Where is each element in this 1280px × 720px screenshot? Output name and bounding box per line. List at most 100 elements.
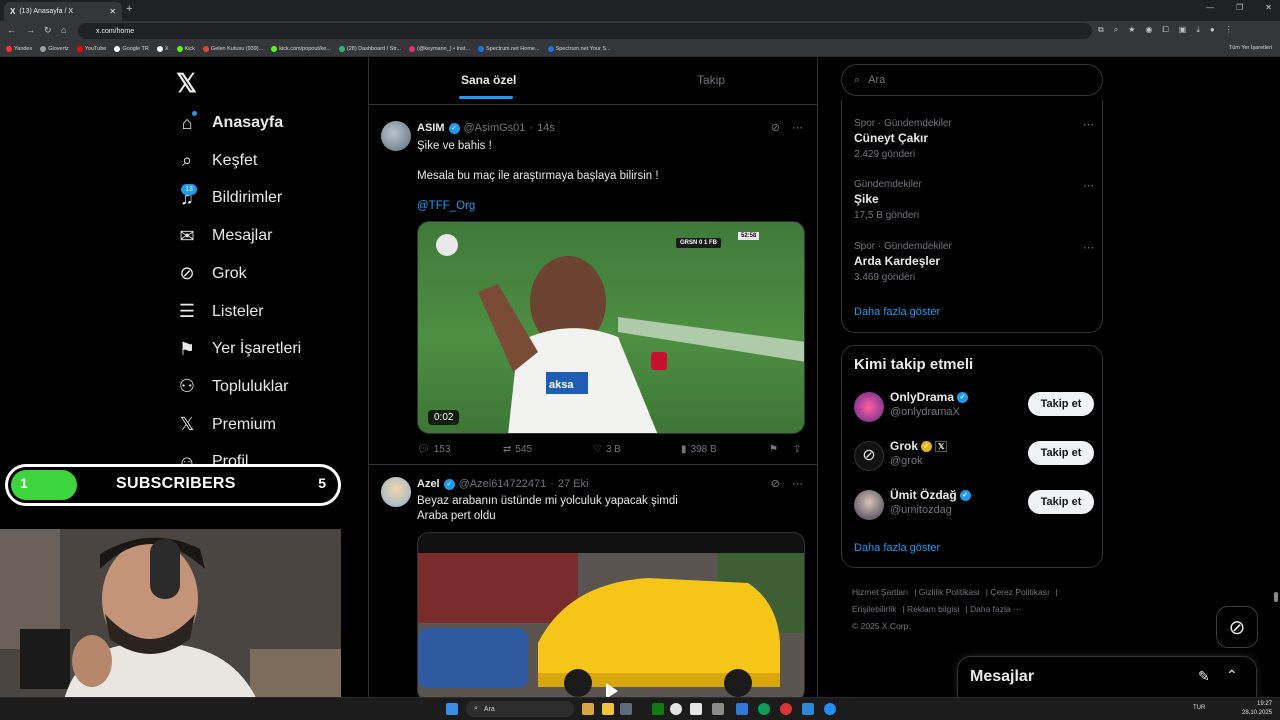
repost-button[interactable]: ⇄ 545 bbox=[503, 444, 532, 455]
more-options-icon[interactable]: ⋯ bbox=[1083, 118, 1094, 131]
bookmark-item[interactable]: kick.com/popout/ke... bbox=[271, 45, 331, 52]
scrollbar-thumb[interactable] bbox=[1274, 592, 1278, 602]
follow-suggestion[interactable]: Ümit Özdağ ✓ @umitozdag Takip et bbox=[854, 488, 1094, 524]
minimize-icon[interactable]: — bbox=[1206, 3, 1214, 12]
sidepanel-icon[interactable]: ▣ bbox=[1179, 25, 1187, 35]
expand-icon[interactable]: ⌃ bbox=[1226, 667, 1238, 684]
nav-item-grok[interactable]: ⊘ Grok bbox=[176, 260, 246, 288]
follow-suggestion[interactable]: ⊘ Grok ✓ 𝕏 @grok Takip et bbox=[854, 439, 1094, 475]
footer-link[interactable]: Erişilebilirlik bbox=[852, 604, 896, 614]
author-handle[interactable]: @AsimGs01 bbox=[464, 122, 526, 134]
bookmark-item[interactable]: Yandex bbox=[6, 45, 32, 52]
grok-fab-icon[interactable]: ⊘ bbox=[1216, 606, 1258, 648]
edge-icon[interactable] bbox=[758, 703, 770, 715]
tab-close-icon[interactable]: ✕ bbox=[109, 7, 116, 16]
nav-item-bookmark[interactable]: ⚑ Yer İşaretleri bbox=[176, 335, 301, 363]
start-icon[interactable] bbox=[446, 703, 458, 715]
nav-item-x[interactable]: 𝕏 Premium bbox=[176, 411, 276, 439]
post-time[interactable]: 27 Eki bbox=[558, 478, 589, 490]
avatar[interactable] bbox=[854, 392, 884, 422]
video-player[interactable] bbox=[417, 532, 805, 702]
follow-suggestion[interactable]: OnlyDrama ✓ @onlydramaX Takip et bbox=[854, 390, 1094, 426]
like-button[interactable]: ♡ 3 B bbox=[593, 444, 621, 455]
url-field[interactable]: x.com/home bbox=[78, 23, 1092, 39]
video-player[interactable]: aksa GRSN 0 1 FB 52:58 0:02 bbox=[417, 221, 805, 434]
footer-link[interactable]: Daha fazla ··· bbox=[970, 604, 1022, 614]
bookmark-item[interactable]: Gelen Kutusu (939)... bbox=[202, 45, 263, 52]
trend-item[interactable]: Spor · Gündemdekiler Cüneyt Çakır 2.429 … bbox=[854, 118, 1094, 160]
tab-for-you[interactable]: Sana özel bbox=[461, 73, 516, 87]
menu-icon[interactable]: ⋮ bbox=[1225, 25, 1233, 35]
install-icon[interactable]: ⧉ bbox=[1098, 25, 1104, 35]
bookmark-item[interactable]: YouTube bbox=[76, 45, 106, 52]
extension-icon[interactable]: ◉ bbox=[1145, 25, 1152, 35]
app-icon[interactable] bbox=[736, 703, 748, 715]
nav-item-list[interactable]: ☰ Listeler bbox=[176, 298, 264, 326]
maximize-icon[interactable]: ❐ bbox=[1236, 3, 1243, 12]
profile-avatar-icon[interactable]: ● bbox=[1210, 25, 1215, 35]
all-bookmarks[interactable]: Tüm Yer İşaretleri bbox=[1229, 45, 1272, 51]
xbox-icon[interactable] bbox=[652, 703, 664, 715]
close-window-icon[interactable]: ✕ bbox=[1265, 3, 1272, 12]
grok-explain-icon[interactable]: ⊘ bbox=[771, 477, 780, 490]
browser-tab[interactable]: X (13) Anasayfa / X ✕ bbox=[4, 2, 122, 21]
post-card[interactable]: Azel ✓ @Azel614722471 · 27 Eki ⊘ ⋯ Beyaz… bbox=[369, 477, 817, 702]
avatar[interactable] bbox=[381, 121, 411, 151]
taskbar-search[interactable]: ⌕ Ara bbox=[466, 701, 574, 717]
mention-link[interactable]: @TFF_Org bbox=[417, 199, 475, 214]
follow-button[interactable]: Takip et bbox=[1028, 392, 1094, 416]
follow-button[interactable]: Takip et bbox=[1028, 441, 1094, 465]
footer-link[interactable]: Hizmet Şartları bbox=[852, 587, 908, 597]
new-tab-button[interactable]: + bbox=[126, 3, 132, 15]
show-more-link[interactable]: Daha fazla göster bbox=[854, 542, 940, 554]
language-indicator[interactable]: TUR bbox=[1193, 705, 1205, 711]
bookmark-item[interactable]: X bbox=[156, 45, 169, 52]
footer-link[interactable]: Reklam bilgisi bbox=[907, 604, 959, 614]
app-icon[interactable] bbox=[802, 703, 814, 715]
star-icon[interactable]: ★ bbox=[1128, 25, 1135, 35]
search-input[interactable]: ⌕ Ara bbox=[841, 64, 1103, 96]
nav-item-search[interactable]: ⌕ Keşfet bbox=[176, 147, 257, 175]
bookmark-item[interactable]: Glovertz bbox=[40, 45, 69, 52]
zoom-icon[interactable]: ⌕ bbox=[1114, 25, 1118, 35]
new-message-icon[interactable]: ✎ bbox=[1198, 668, 1210, 685]
forward-icon[interactable]: → bbox=[26, 25, 35, 35]
bookmark-item[interactable]: Spectrum.net Home... bbox=[478, 45, 540, 52]
views-button[interactable]: ▮ 398 B bbox=[681, 444, 717, 455]
notepad-icon[interactable] bbox=[690, 703, 702, 715]
suggestion-name[interactable]: Ümit Özdağ bbox=[890, 488, 957, 502]
more-options-icon[interactable]: ⋯ bbox=[792, 477, 803, 490]
app-icon[interactable] bbox=[620, 703, 632, 715]
trend-item[interactable]: Gündemdekiler Şike 17,5 B gönderi ⋯ bbox=[854, 179, 1094, 221]
author-handle[interactable]: @Azel614722471 bbox=[459, 478, 547, 490]
bookmark-item[interactable]: (@keymann_) • Inst... bbox=[408, 45, 470, 52]
more-options-icon[interactable]: ⋯ bbox=[792, 121, 803, 134]
chrome-icon[interactable] bbox=[670, 703, 682, 715]
puzzle-icon[interactable]: ⧠ bbox=[1162, 25, 1168, 35]
author-name[interactable]: Azel bbox=[417, 478, 440, 490]
show-more-link[interactable]: Daha fazla göster bbox=[854, 306, 940, 318]
reply-button[interactable]: 💬︎ 153 bbox=[417, 444, 450, 455]
trend-item[interactable]: Spor · Gündemdekiler Arda Kardeşler 3.46… bbox=[854, 241, 1094, 283]
bookmark-item[interactable]: Google TR bbox=[114, 45, 149, 52]
suggestion-name[interactable]: OnlyDrama bbox=[890, 390, 954, 404]
grok-avatar-icon[interactable]: ⊘ bbox=[854, 441, 884, 471]
back-icon[interactable]: ← bbox=[7, 25, 16, 35]
author-name[interactable]: ASIM bbox=[417, 122, 445, 134]
widgets-icon[interactable] bbox=[582, 703, 594, 715]
app-icon[interactable] bbox=[780, 703, 792, 715]
more-options-icon[interactable]: ⋯ bbox=[1083, 179, 1094, 192]
x-logo-icon[interactable]: 𝕏 bbox=[176, 68, 197, 99]
download-icon[interactable]: ⤓ bbox=[1196, 25, 1200, 35]
footer-link[interactable]: Gizlilik Politikası bbox=[919, 587, 980, 597]
suggestion-name[interactable]: Grok bbox=[890, 439, 918, 453]
bookmark-item[interactable]: Spectrum.net Your S... bbox=[547, 45, 611, 52]
tab-following[interactable]: Takip bbox=[697, 73, 725, 87]
share-icon[interactable]: ⇪ bbox=[793, 444, 801, 455]
more-options-icon[interactable]: ⋯ bbox=[1083, 241, 1094, 254]
post-card[interactable]: ASIM ✓ @AsimGs01 · 14s ⊘ ⋯ Şike ve bahis… bbox=[369, 121, 817, 465]
home-browser-icon[interactable]: ⌂ bbox=[61, 25, 66, 35]
post-time[interactable]: 14s bbox=[537, 122, 555, 134]
app-icon[interactable] bbox=[824, 703, 836, 715]
file-explorer-icon[interactable] bbox=[602, 703, 614, 715]
